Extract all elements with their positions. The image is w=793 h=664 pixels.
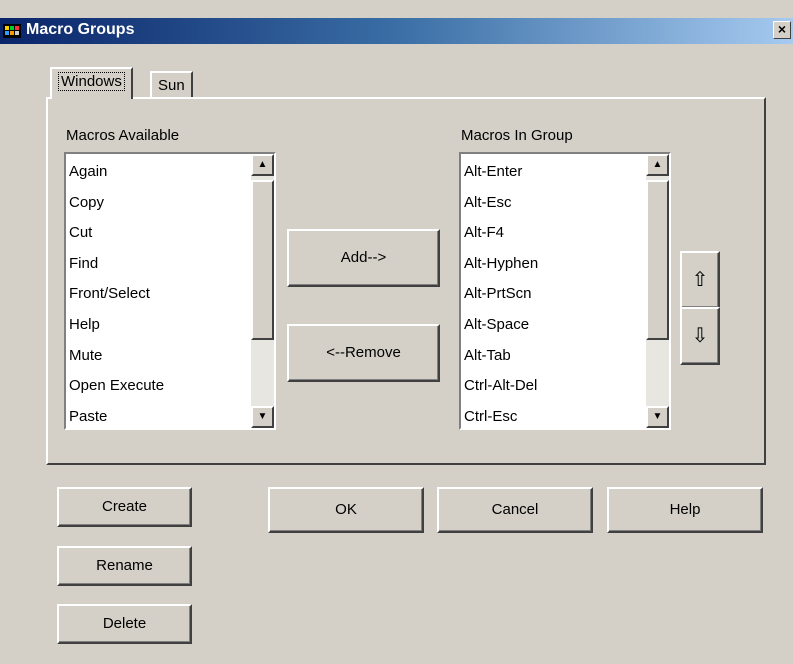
list-item[interactable]: Help	[69, 310, 164, 341]
help-button-label: Help	[669, 501, 701, 518]
list-item[interactable]: Alt-F4	[464, 218, 538, 249]
list-item[interactable]: Mute	[69, 341, 164, 372]
list-item[interactable]: Alt-Tab	[464, 341, 538, 372]
list-item[interactable]: Ctrl-Alt-Del	[464, 371, 538, 402]
cancel-button[interactable]: Cancel	[437, 487, 593, 533]
tab-sun[interactable]: Sun	[150, 71, 193, 99]
rename-button-label: Rename	[96, 557, 153, 574]
add-button-label: Add-->	[340, 249, 387, 266]
macros-available-label: Macros Available	[66, 127, 180, 144]
rename-button[interactable]: Rename	[57, 546, 192, 586]
chevron-up-icon: ▲	[652, 159, 663, 170]
move-up-button[interactable]: ⇧	[680, 251, 720, 309]
macros-in-group-label: Macros In Group	[461, 127, 573, 144]
list-item[interactable]: Again	[69, 157, 164, 188]
scroll-thumb[interactable]	[646, 180, 669, 340]
move-down-button[interactable]: ⇩	[680, 307, 720, 365]
arrow-up-icon: ⇧	[691, 269, 709, 291]
tab-sun-label: Sun	[158, 77, 185, 94]
scroll-up-button[interactable]: ▲	[251, 154, 274, 176]
list-item[interactable]: Front/Select	[69, 279, 164, 310]
delete-button-label: Delete	[102, 615, 147, 632]
list-item[interactable]: Find	[69, 249, 164, 280]
help-button[interactable]: Help	[607, 487, 763, 533]
ok-button-label: OK	[335, 501, 357, 518]
close-icon: ×	[777, 21, 787, 37]
remove-button-label: <--Remove	[326, 344, 401, 361]
list-item[interactable]: Alt-Hyphen	[464, 249, 538, 280]
list-item[interactable]: Ctrl-Esc	[464, 402, 538, 433]
chevron-up-icon: ▲	[257, 159, 268, 170]
create-button[interactable]: Create	[57, 487, 192, 527]
scroll-down-button[interactable]: ▼	[251, 406, 274, 428]
create-button-label: Create	[101, 498, 148, 515]
scroll-down-button[interactable]: ▼	[646, 406, 669, 428]
list-item[interactable]: Alt-PrtScn	[464, 279, 538, 310]
list-item[interactable]: Alt-Esc	[464, 188, 538, 219]
macros-in-group-list[interactable]: Alt-Enter Alt-Esc Alt-F4 Alt-Hyphen Alt-…	[459, 152, 671, 430]
close-button[interactable]: ×	[773, 21, 791, 39]
group-scrollbar[interactable]: ▲ ▼	[646, 154, 669, 428]
tab-windows[interactable]: Windows	[50, 67, 133, 99]
title-bar[interactable]: Macro Groups ×	[0, 18, 793, 44]
ok-button[interactable]: OK	[268, 487, 424, 533]
remove-button[interactable]: <--Remove	[287, 324, 440, 382]
list-item[interactable]: Open Execute	[69, 371, 164, 402]
chevron-down-icon: ▼	[257, 411, 268, 422]
cancel-button-label: Cancel	[491, 501, 539, 518]
top-strip	[0, 0, 793, 18]
list-item[interactable]: Cut	[69, 218, 164, 249]
list-item[interactable]: Paste	[69, 402, 164, 433]
list-item[interactable]: Alt-Space	[464, 310, 538, 341]
scroll-up-button[interactable]: ▲	[646, 154, 669, 176]
arrow-down-icon: ⇩	[691, 325, 709, 347]
scroll-thumb[interactable]	[251, 180, 274, 340]
list-item[interactable]: Copy	[69, 188, 164, 219]
list-item[interactable]: Alt-Enter	[464, 157, 538, 188]
add-button[interactable]: Add-->	[287, 229, 440, 287]
chevron-down-icon: ▼	[652, 411, 663, 422]
app-icon	[3, 24, 21, 38]
available-scrollbar[interactable]: ▲ ▼	[251, 154, 274, 428]
window-title: Macro Groups	[26, 21, 135, 38]
delete-button[interactable]: Delete	[57, 604, 192, 644]
tab-windows-label: Windows	[58, 72, 125, 91]
macros-available-list[interactable]: Again Copy Cut Find Front/Select Help Mu…	[64, 152, 276, 430]
